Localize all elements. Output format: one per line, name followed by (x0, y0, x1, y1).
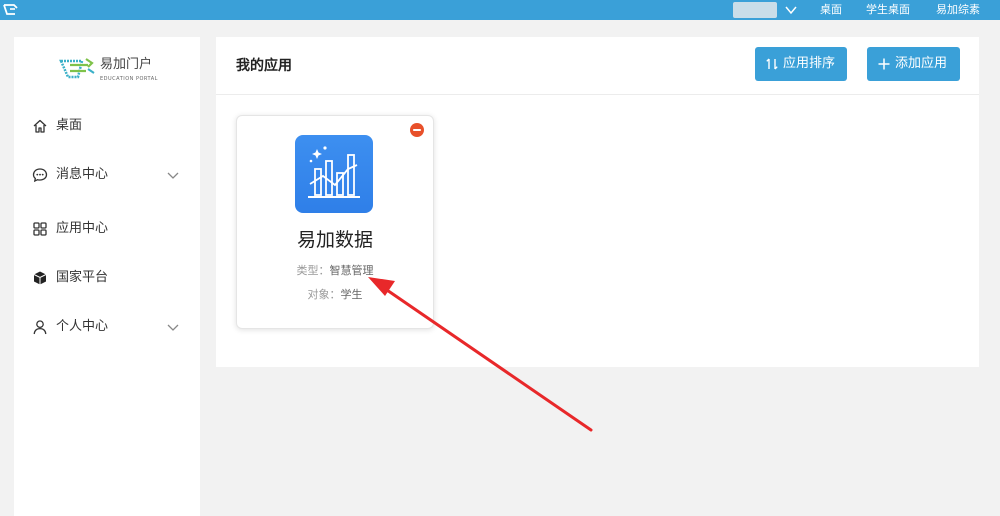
sort-apps-button[interactable]: 应用排序 (755, 47, 847, 81)
my-apps-panel: 我的应用 应用排序 添加应用 易加数据 类型：智慧管理 对象：学生 (216, 37, 979, 367)
add-app-button[interactable]: 添加应用 (867, 47, 960, 81)
sidebar-item-label: 个人中心 (56, 319, 109, 334)
chevron-down-icon (167, 324, 179, 331)
user-avatar[interactable] (733, 2, 777, 18)
brand-name: 易加门户 (100, 57, 153, 72)
page-title: 我的应用 (236, 58, 292, 74)
app-audience-row: 对象：学生 (237, 288, 433, 302)
sidebar-item-app-center[interactable]: 应用中心 (14, 214, 200, 244)
app-audience-label: 对象： (307, 288, 341, 301)
brand-subtitle: EDUCATION PORTAL (100, 76, 158, 82)
home-icon (33, 119, 47, 133)
sidebar: 易加门户 EDUCATION PORTAL 桌面 消息中心 应用中心 国家平台 … (14, 37, 200, 516)
app-type-label: 类型： (296, 264, 330, 277)
sidebar-item-desktop[interactable]: 桌面 (14, 111, 200, 141)
divider (216, 94, 979, 95)
nav-link-desktop[interactable]: 桌面 (820, 3, 842, 17)
chevron-down-icon[interactable] (784, 3, 798, 17)
cube-icon (33, 271, 47, 285)
plus-icon (878, 58, 890, 70)
sidebar-item-personal-center[interactable]: 个人中心 (14, 312, 200, 342)
chevron-down-icon (167, 172, 179, 179)
portal-logo-icon[interactable] (2, 2, 20, 18)
portal-logo-icon (59, 58, 95, 79)
sidebar-item-label: 消息中心 (56, 167, 109, 182)
user-icon (33, 320, 47, 335)
sidebar-item-label: 国家平台 (56, 270, 109, 285)
sort-icon (766, 58, 778, 70)
remove-app-icon[interactable] (410, 123, 424, 137)
app-audience-value: 学生 (340, 288, 363, 301)
message-icon (32, 168, 48, 183)
app-name: 易加数据 (296, 229, 373, 251)
grid-icon (33, 222, 47, 236)
sidebar-item-messages[interactable]: 消息中心 (14, 160, 200, 190)
app-card-yijia-data[interactable]: 易加数据 类型：智慧管理 对象：学生 (236, 115, 434, 329)
sidebar-item-national-platform[interactable]: 国家平台 (14, 263, 200, 293)
app-type-row: 类型：智慧管理 (237, 264, 433, 278)
sidebar-item-label: 应用中心 (56, 221, 109, 236)
nav-link-yijia-zongsu[interactable]: 易加综素 (936, 3, 980, 17)
app-type-value: 智慧管理 (329, 264, 374, 277)
data-chart-icon (295, 135, 373, 213)
brand-logo[interactable]: 易加门户 EDUCATION PORTAL (58, 55, 178, 85)
sidebar-item-label: 桌面 (56, 118, 83, 133)
add-app-label: 添加应用 (895, 56, 948, 71)
nav-link-student-desktop[interactable]: 学生桌面 (866, 3, 910, 17)
top-bar: 桌面 学生桌面 易加综素 (0, 0, 1000, 20)
sort-apps-label: 应用排序 (783, 56, 836, 71)
